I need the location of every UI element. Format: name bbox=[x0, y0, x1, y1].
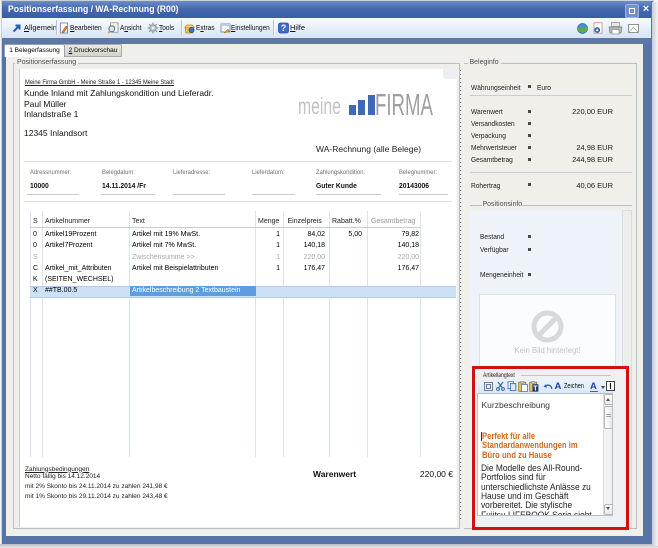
svg-text:?: ? bbox=[281, 23, 287, 33]
